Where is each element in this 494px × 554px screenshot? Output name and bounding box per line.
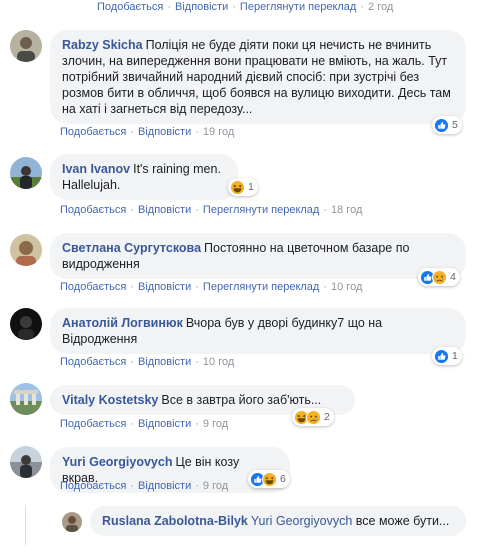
timestamp: 2 год: [368, 1, 394, 13]
comment-author[interactable]: Rabzy Skicha: [62, 38, 143, 52]
reply-author[interactable]: Ruslana Zabolotna-Bilyk: [102, 514, 248, 528]
reaction-count: 1: [248, 181, 254, 193]
reply-thread-line: [25, 505, 26, 545]
reply-link[interactable]: Відповісти: [138, 480, 191, 492]
reply-link[interactable]: Відповісти: [138, 126, 191, 138]
comment-bubble: Ivan Ivanov It's raining men. Hallelujah.: [50, 154, 238, 200]
avatar[interactable]: [10, 446, 42, 478]
like-link[interactable]: Подобається: [60, 126, 126, 138]
translate-link[interactable]: Переглянути переклад: [240, 1, 356, 13]
translate-link[interactable]: Переглянути переклад: [203, 204, 319, 216]
timestamp: 9 год: [202, 418, 229, 430]
reaction-count: 5: [452, 119, 458, 131]
avatar[interactable]: [10, 30, 42, 62]
avatar[interactable]: [10, 383, 42, 415]
reply-text: все може бути...: [355, 514, 450, 528]
timestamp: 9 год: [202, 480, 229, 492]
reaction-count: 2: [324, 411, 330, 423]
timestamp: 10 год: [331, 281, 363, 293]
like-link[interactable]: Подобається: [60, 356, 126, 368]
haha-reaction-icon: [230, 179, 245, 195]
comment-actions: Подобається · Відповісти · 19 год: [60, 126, 235, 138]
timestamp: 19 год: [202, 126, 235, 138]
comment-actions: Подобається · Відповісти · 10 год: [60, 356, 235, 368]
reply-link[interactable]: Відповісти: [138, 204, 191, 216]
reply-bubble: Ruslana Zabolotna-Bilyk Yuri Georgiyovych…: [90, 506, 466, 536]
avatar[interactable]: [10, 157, 42, 189]
comment-author[interactable]: Светлана Сургутскова: [62, 241, 201, 255]
reaction-summary[interactable]: 6: [248, 470, 290, 488]
reaction-summary[interactable]: 5: [432, 116, 462, 134]
reaction-count: 4: [450, 271, 456, 283]
comment-actions: Подобається · Відповісти · Переглянути перек…: [97, 1, 394, 13]
sad-reaction-icon: [306, 409, 321, 425]
like-link[interactable]: Подобається: [60, 418, 126, 430]
comment-bubble: Rabzy Skicha Поліція не буде діяти поки ц…: [50, 30, 466, 124]
reply-link[interactable]: Відповісти: [138, 356, 191, 368]
comment-bubble: Светлана Сургутскова Постоянно на цветочн…: [50, 233, 466, 279]
comment-text: Все в завтра його заб'ють...: [161, 393, 322, 407]
translate-link[interactable]: Переглянути переклад: [203, 281, 319, 293]
avatar[interactable]: [62, 512, 82, 532]
comment-actions: Подобається · Відповісти · 9 год: [60, 480, 229, 492]
comment-bubble: Анатолій Логвинюк Вчора був у дворі будин…: [50, 308, 466, 354]
comment-actions: Подобається · Відповісти · Переглянути перек…: [60, 204, 363, 216]
reply-mention[interactable]: Yuri Georgiyovych: [251, 514, 352, 528]
like-link[interactable]: Подобається: [60, 204, 126, 216]
reply-link[interactable]: Відповісти: [138, 281, 191, 293]
reaction-summary[interactable]: 2: [292, 408, 334, 426]
reaction-count: 1: [452, 350, 458, 362]
reaction-summary[interactable]: 1: [228, 178, 258, 196]
reply-link[interactable]: Відповісти: [138, 418, 191, 430]
comment-actions: Подобається · Відповісти · 9 год: [60, 418, 229, 430]
like-reaction-icon: [434, 117, 449, 133]
timestamp: 18 год: [331, 204, 363, 216]
avatar[interactable]: [10, 234, 42, 266]
comment-author[interactable]: Анатолій Логвинюк: [62, 316, 183, 330]
reaction-summary[interactable]: 1: [432, 347, 462, 365]
timestamp: 10 год: [202, 356, 235, 368]
like-reaction-icon: [434, 348, 449, 364]
haha-reaction-icon: [262, 471, 277, 487]
comment-actions: Подобається · Відповісти · Переглянути перек…: [60, 281, 363, 293]
like-link[interactable]: Подобається: [60, 480, 126, 492]
like-link[interactable]: Подобається: [97, 1, 163, 13]
comment-author[interactable]: Vitaly Kostetsky: [62, 393, 158, 407]
like-link[interactable]: Подобається: [60, 281, 126, 293]
reply-link[interactable]: Відповісти: [175, 1, 228, 13]
sad-reaction-icon: [432, 269, 447, 285]
reaction-summary[interactable]: 4: [418, 268, 460, 286]
reaction-count: 6: [280, 473, 286, 485]
comment-author[interactable]: Ivan Ivanov: [62, 162, 130, 176]
comment-author[interactable]: Yuri Georgiyovych: [62, 455, 172, 469]
avatar[interactable]: [10, 308, 42, 340]
